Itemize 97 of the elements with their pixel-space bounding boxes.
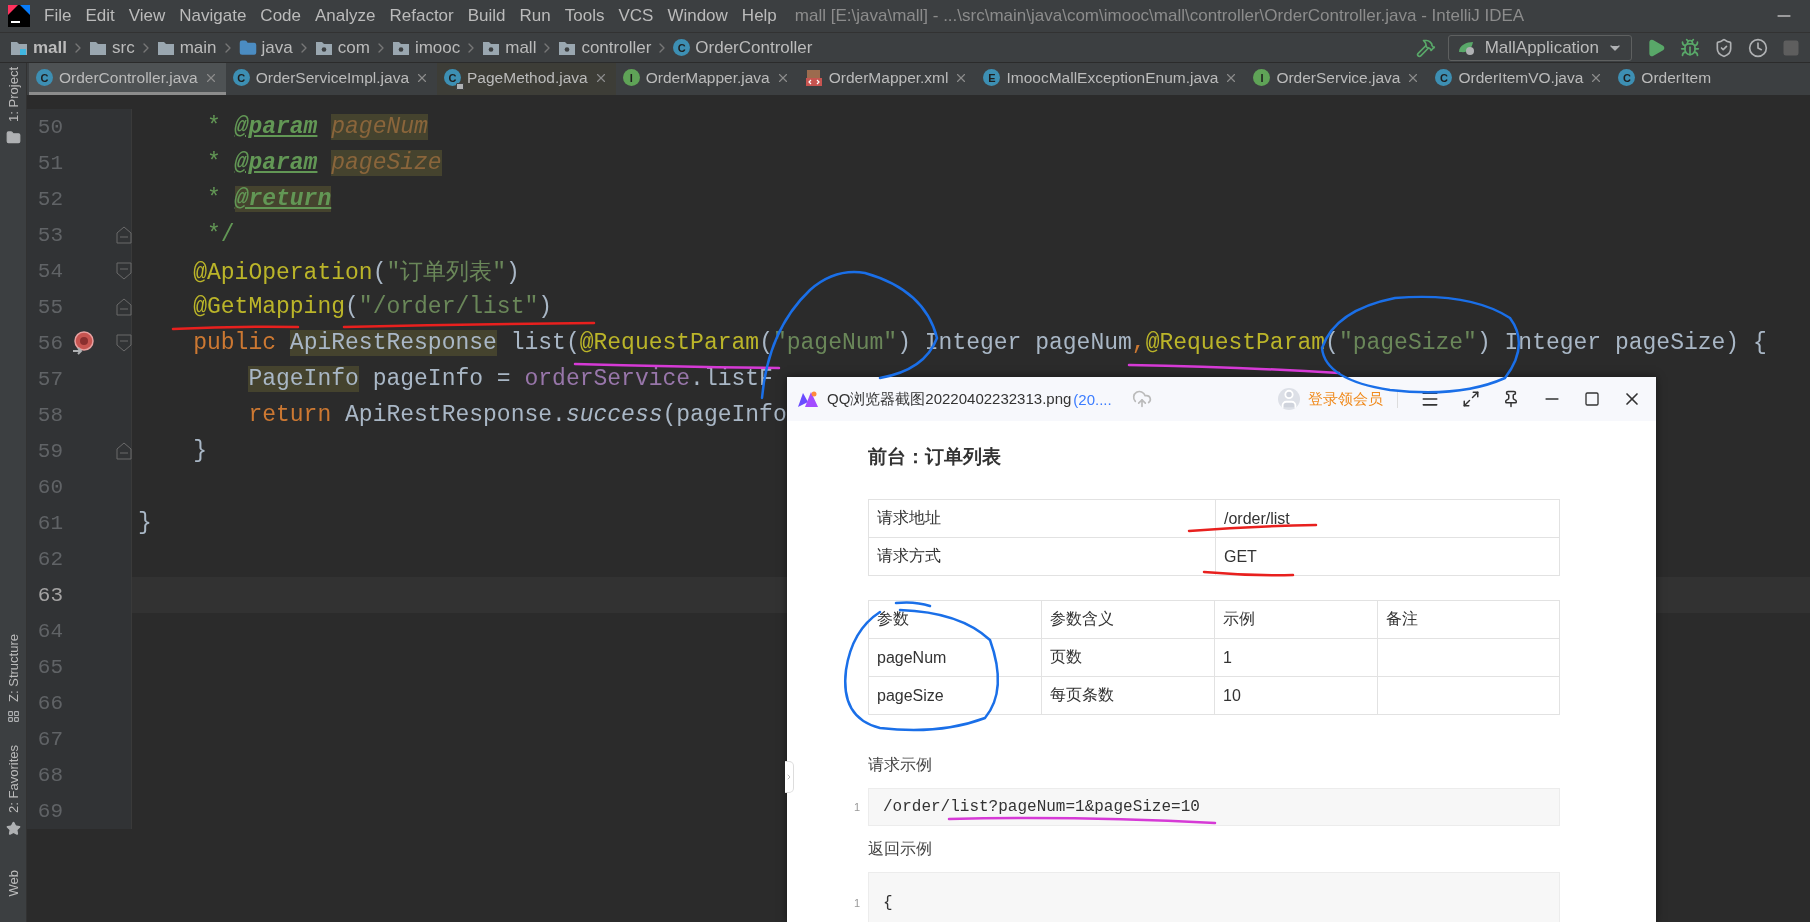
column-header: 示例 [1214, 600, 1378, 639]
document-heading: 前台：订单列表 [868, 446, 1002, 468]
table-cell: pageSize [868, 676, 1042, 715]
star-icon [5, 820, 21, 836]
code-block: /order/list?pageNum=1&pageSize=10 [868, 788, 1560, 826]
code-line: } [192, 438, 207, 464]
fullscreen-icon[interactable] [1462, 390, 1480, 408]
breadcrumb-item[interactable]: main [156, 37, 217, 58]
code-line: */ [206, 222, 235, 248]
pin-icon[interactable] [1502, 390, 1520, 408]
tool-window-tab[interactable]: 2: Favorites [5, 744, 21, 813]
editor-tab[interactable]: C PageMethod.java [437, 63, 616, 95]
package-icon [391, 39, 410, 56]
breadcrumb-item[interactable]: mall [10, 37, 68, 58]
menu-item[interactable]: Tools [564, 6, 605, 26]
lock-icon [456, 83, 465, 90]
menu-item[interactable]: Refactor [389, 6, 454, 26]
window-title: mall [E:\java\mall] - ...\src\main\java\com\imooc\mall\controller\OrderController.java - IntelliJ IDEA [794, 6, 1526, 26]
module-icon [10, 39, 28, 56]
class-file-icon: C [232, 69, 250, 86]
code-line: } [138, 510, 152, 536]
line-number: 1 [852, 801, 860, 813]
menu-item[interactable]: Analyze [315, 6, 376, 26]
folder-icon [89, 39, 108, 56]
editor-tab[interactable]: C OrderController.java [29, 63, 226, 95]
tool-window-tab[interactable]: Z: Structure [5, 633, 21, 702]
profiler-icon[interactable] [1748, 37, 1768, 58]
interface-file-icon: I [1253, 69, 1271, 86]
package-icon [314, 39, 333, 56]
file-name: QQ浏览器截图20220402232313.png [827, 389, 1072, 409]
breadcrumb-item[interactable]: controller [558, 37, 652, 58]
class-icon: C [673, 39, 691, 56]
structure-icon [6, 709, 20, 723]
package-icon [558, 39, 577, 56]
debug-icon[interactable] [1680, 37, 1700, 58]
folder-icon [156, 39, 175, 56]
table-cell: pageNum [868, 638, 1042, 677]
hammer-icon[interactable] [1415, 37, 1436, 58]
table-cell: 每页条数 [1041, 676, 1215, 715]
breadcrumb-item[interactable]: java [238, 37, 293, 58]
breadcrumb-item[interactable]: imooc [391, 37, 461, 58]
breadcrumb-item[interactable]: src [89, 37, 135, 58]
xml-file-icon [804, 68, 823, 87]
breadcrumb-item[interactable]: com [314, 37, 370, 58]
collapse-handle[interactable] [785, 761, 794, 793]
tool-window-tab[interactable]: Web [4, 867, 22, 900]
run-configuration-dropdown[interactable]: MallApplication [1447, 34, 1632, 61]
code-line: @ApiOperation("订单列表") [192, 258, 520, 287]
line-number: 63 [36, 583, 63, 607]
breadcrumb-item[interactable]: C OrderController [673, 37, 813, 58]
package-icon [482, 39, 501, 56]
section-label: 返回示例 [868, 839, 933, 859]
coverage-icon[interactable] [1714, 37, 1734, 58]
file-size: (20.... [1073, 390, 1112, 408]
menu-item[interactable]: Code [260, 6, 301, 26]
column-header: 备注 [1377, 600, 1560, 639]
table-cell: /order/list [1215, 499, 1560, 538]
code-line: return ApiRestResponse.success(pageInfo [247, 402, 787, 428]
section-label: 请求示例 [868, 755, 933, 775]
menu-item[interactable]: Build [467, 6, 506, 26]
class-file-icon: C [36, 69, 53, 86]
class-file-icon: C [444, 69, 462, 86]
table-cell: 10 [1214, 676, 1378, 715]
menu-item[interactable]: Help [741, 6, 777, 26]
method-marker-icon [71, 331, 95, 357]
enum-file-icon: E [983, 69, 1001, 86]
menu-item[interactable]: File [44, 6, 72, 26]
table-cell: 请求地址 [868, 499, 1216, 538]
class-file-icon: C [1435, 69, 1453, 86]
app-logo-icon [8, 5, 30, 27]
menu-item[interactable]: Navigate [179, 6, 247, 26]
code-line: * @param pageSize [206, 150, 442, 176]
app-logo-icon [797, 390, 819, 408]
line-number: 1 [852, 897, 860, 909]
interface-file-icon: I [622, 69, 640, 86]
code-line: * @param pageNum [206, 114, 428, 140]
table-cell: 请求方式 [868, 537, 1216, 576]
code-block: { [868, 872, 1560, 922]
table-cell: 1 [1214, 638, 1378, 677]
menu-item[interactable]: Window [667, 6, 728, 26]
column-header: 参数含义 [1041, 600, 1215, 639]
leaf-icon [1456, 39, 1477, 56]
maximize-icon[interactable] [1584, 391, 1600, 407]
menu-item[interactable]: Run [519, 6, 551, 26]
run-icon[interactable] [1646, 37, 1666, 58]
code-line: @GetMapping("/order/list") [192, 294, 553, 320]
folder-icon [238, 38, 257, 57]
table-cell: 页数 [1041, 638, 1215, 677]
folder-icon [5, 129, 21, 145]
breadcrumb-item[interactable]: mall [482, 37, 537, 58]
menu-item[interactable]: Edit [85, 6, 115, 26]
table-cell: GET [1215, 537, 1560, 576]
tool-window-tab[interactable]: 1: Project [5, 67, 21, 122]
menu-item[interactable]: VCS [618, 6, 654, 26]
class-file-icon: C [1618, 69, 1636, 86]
menu-item[interactable]: View [128, 6, 166, 26]
column-header: 参数 [868, 600, 1042, 639]
